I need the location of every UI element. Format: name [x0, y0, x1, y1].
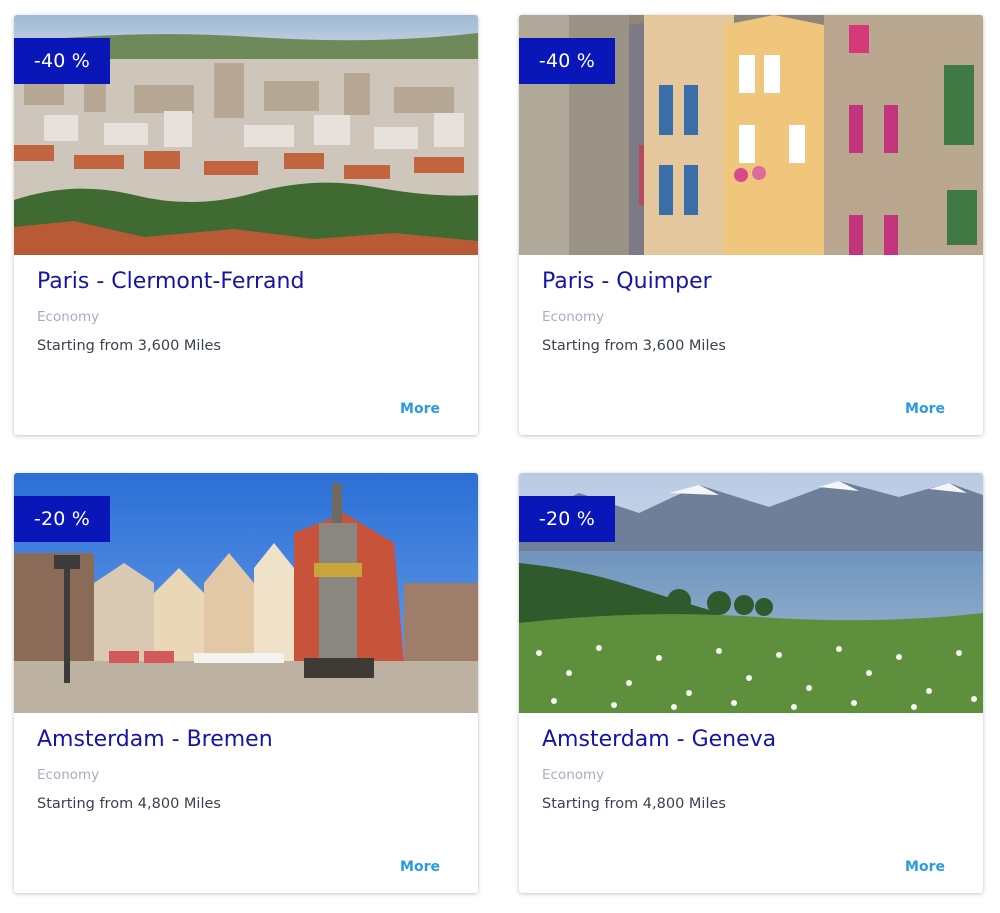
offer-card-body: Amsterdam - Bremen Economy Starting from… [14, 713, 478, 893]
cabin-class: Economy [542, 767, 605, 783]
price-miles: Starting from 3,600 Miles [37, 338, 221, 354]
offer-card[interactable]: -20 % Amsterdam - Geneva Economy Startin… [519, 473, 983, 893]
discount-badge: -40 % [14, 38, 110, 84]
route-title[interactable]: Paris - Clermont-Ferrand [37, 269, 304, 294]
more-link[interactable]: More [400, 401, 440, 417]
offer-card-body: Paris - Clermont-Ferrand Economy Startin… [14, 255, 478, 435]
offer-card-body: Paris - Quimper Economy Starting from 3,… [519, 255, 983, 435]
offer-card[interactable]: -20 % Amsterdam - Bremen Economy Startin… [14, 473, 478, 893]
offer-photo: -20 % [519, 473, 983, 713]
offer-card[interactable]: -40 % Paris - Clermont-Ferrand Economy S… [14, 15, 478, 435]
offer-photo: -20 % [14, 473, 478, 713]
offer-grid: -40 % Paris - Clermont-Ferrand Economy S… [0, 0, 1000, 913]
cabin-class: Economy [37, 767, 100, 783]
more-link[interactable]: More [400, 859, 440, 875]
more-link[interactable]: More [905, 859, 945, 875]
cabin-class: Economy [542, 309, 605, 325]
discount-badge: -40 % [519, 38, 615, 84]
more-link[interactable]: More [905, 401, 945, 417]
offer-photo: -40 % [14, 15, 478, 255]
discount-badge: -20 % [14, 496, 110, 542]
route-title[interactable]: Amsterdam - Bremen [37, 727, 273, 752]
price-miles: Starting from 4,800 Miles [542, 796, 726, 812]
route-title[interactable]: Paris - Quimper [542, 269, 712, 294]
route-title[interactable]: Amsterdam - Geneva [542, 727, 776, 752]
discount-badge: -20 % [519, 496, 615, 542]
price-miles: Starting from 3,600 Miles [542, 338, 726, 354]
offer-card-body: Amsterdam - Geneva Economy Starting from… [519, 713, 983, 893]
price-miles: Starting from 4,800 Miles [37, 796, 221, 812]
offer-card[interactable]: -40 % Paris - Quimper Economy Starting f… [519, 15, 983, 435]
offer-photo: -40 % [519, 15, 983, 255]
cabin-class: Economy [37, 309, 100, 325]
